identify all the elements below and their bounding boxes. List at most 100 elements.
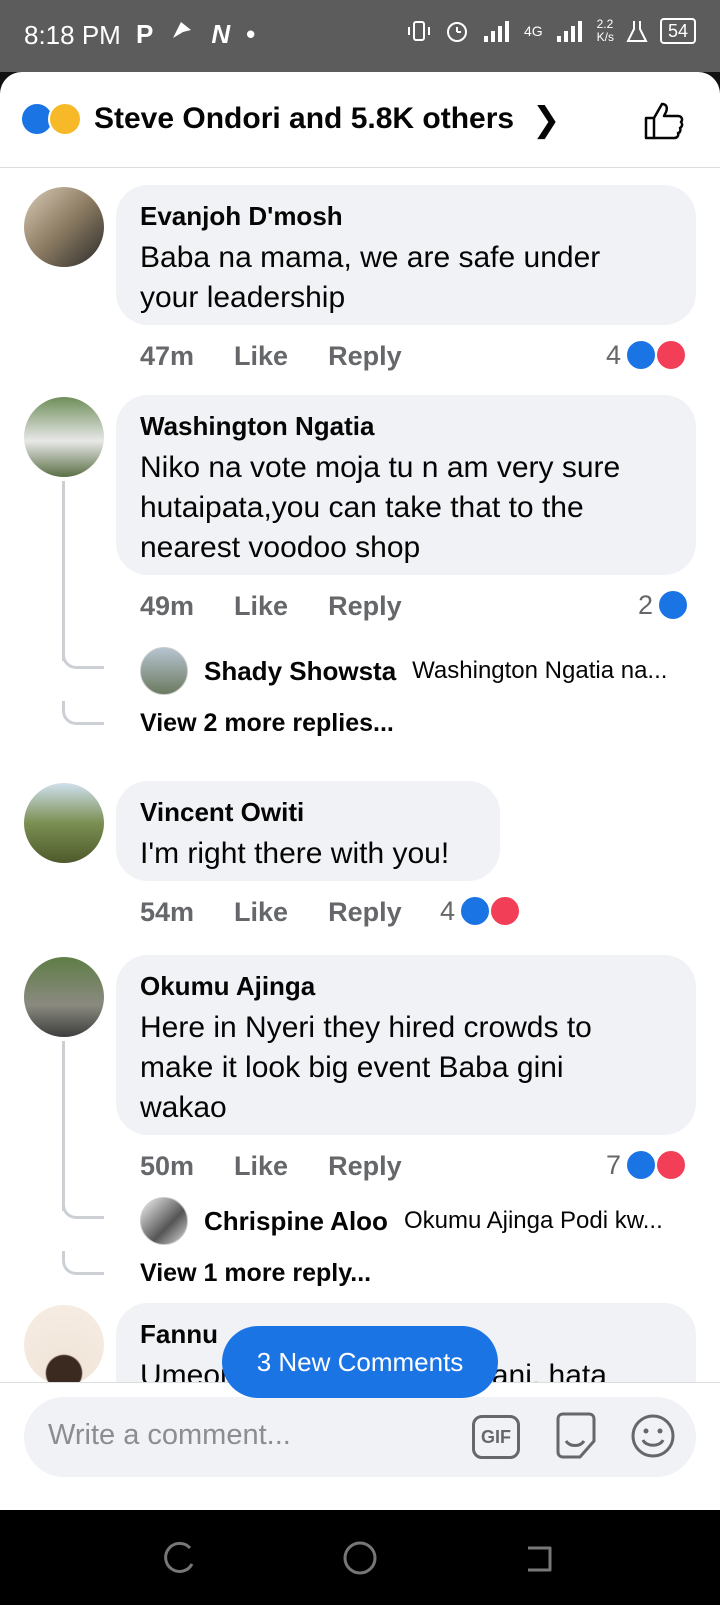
comment-text-line: hutaipata,you can take that to the [140,491,584,524]
comment-text-line: Here in Nyeri they hired crowds to [140,1011,592,1044]
comment-author[interactable]: Okumu Ajinga [140,971,672,1002]
comment-text-line: Niko na vote moja tu n am very sure [140,451,621,484]
more-notifications-dot: • [246,19,256,49]
status-time: 8:18 PM [24,20,121,50]
reaction-count: 2 [638,589,654,620]
comment-text-line: nearest voodoo shop [140,531,421,564]
comment-text-line: I'm right there with you! [140,837,450,870]
comment-text: Niko na vote moja tu n am very sure huta… [140,448,672,568]
avatar[interactable] [24,397,104,477]
comment-reactions[interactable]: 7 [606,1149,688,1181]
reply-preview[interactable]: Chrispine Aloo Okumu Ajinga Podi kw... [140,1197,663,1245]
lab-icon [626,21,648,42]
like-button[interactable]: Like [234,591,288,622]
signal-icon-2 [556,21,582,42]
comment-bubble[interactable]: Okumu Ajinga Here in Nyeri they hired cr… [116,955,696,1135]
thread-connector [62,1195,104,1219]
comment-bubble[interactable]: Evanjoh D'mosh Baba na mama, we are safe… [116,185,696,325]
chevron-right-icon[interactable]: ❯ [532,100,561,140]
app-notification-icon [169,18,195,51]
comment-actions: 50m Like Reply [140,1151,402,1182]
comment-time: 49m [140,591,195,621]
reaction-count: 7 [606,1149,622,1180]
comments-list: Evanjoh D'mosh Baba na mama, we are safe… [0,169,720,1382]
comment-text-line: wakao [140,1091,227,1124]
avatar[interactable] [24,1305,104,1382]
alarm-icon [446,22,467,42]
like-reaction-icon [459,895,492,927]
view-more-replies[interactable]: View 1 more reply... [140,1259,371,1288]
network-type: 4G [523,23,543,39]
reaction-count: 4 [606,339,622,370]
avatar[interactable] [24,783,104,863]
battery-indicator: 54 [659,18,696,44]
comment-text-line: make it look big event Baba gini [140,1051,564,1084]
comment-text: I'm right there with you! [140,834,476,874]
comment-reactions[interactable]: 2 [638,589,690,621]
haha-reaction-icon [48,102,82,136]
like-button[interactable]: Like [234,897,288,928]
system-navigation-bar [0,1510,720,1605]
comment-text-line: Baba na mama, we are safe under [140,241,601,274]
comment-text: Here in Nyeri they hired crowds to make … [140,1008,672,1128]
network-speed: 2.2 K/s [596,17,614,44]
like-thumb-icon[interactable] [642,98,686,142]
reply-button[interactable]: Reply [328,341,402,372]
system-status-icons: 4G 2.2 K/s 54 [406,18,696,44]
like-button[interactable]: Like [234,341,288,372]
sticker-icon[interactable] [552,1411,600,1461]
news-notification-icon: N [211,19,231,49]
comment-time: 54m [140,897,195,927]
reply-button[interactable]: Reply [328,897,402,928]
reactions-header[interactable]: Steve Ondori and 5.8K others ❯ [0,72,720,168]
like-button[interactable]: Like [234,1151,288,1182]
thread-connector [62,701,104,725]
comment-reactions[interactable]: 4 [440,895,522,927]
comment-input-box[interactable]: Write a comment... GIF [24,1397,696,1477]
comment-author[interactable]: Evanjoh D'mosh [140,201,672,232]
comment-text: Baba na mama, we are safe under your lea… [140,238,672,318]
reply-preview[interactable]: Shady Showsta Washington Ngatia na... [140,647,667,695]
thread-connector [62,645,104,669]
signal-icon [483,21,509,42]
reply-text: Washington Ngatia na... [412,657,668,684]
reply-avatar[interactable] [140,647,188,695]
thread-line [62,481,65,661]
comment-author[interactable]: Washington Ngatia [140,411,672,442]
reply-button[interactable]: Reply [328,591,402,622]
reply-author[interactable]: Chrispine Aloo [204,1206,388,1237]
gif-button[interactable]: GIF [472,1415,520,1459]
status-bar: 8:18 PM P N • 4G 2.2 K/s 54 [0,0,720,72]
like-reaction-icon [625,339,658,371]
reactions-summary[interactable]: Steve Ondori and 5.8K others [94,102,514,136]
reply-author[interactable]: Shady Showsta [204,656,396,687]
avatar[interactable] [24,957,104,1037]
comment-bubble[interactable]: Vincent Owiti I'm right there with you! [116,781,500,881]
comments-sheet: Steve Ondori and 5.8K others ❯ Evanjoh D… [0,72,720,1510]
view-more-replies[interactable]: View 2 more replies... [140,709,394,738]
reply-button[interactable]: Reply [328,1151,402,1182]
emoji-icon[interactable] [630,1413,676,1459]
comment-time: 47m [140,341,195,371]
comment-author[interactable]: Vincent Owiti [140,797,476,828]
comment-bubble[interactable]: Washington Ngatia Niko na vote moja tu n… [116,395,696,575]
avatar[interactable] [24,187,104,267]
home-icon[interactable] [340,1538,380,1578]
thread-line [62,1041,65,1211]
love-reaction-icon [655,339,688,371]
reaction-count: 4 [440,895,456,926]
notification-icons: P N • [136,18,255,51]
comment-actions: 49m Like Reply [140,591,402,622]
comment-reactions[interactable]: 4 [606,339,688,371]
back-icon[interactable] [520,1538,560,1578]
comment-input[interactable]: Write a comment... [48,1419,291,1452]
reply-avatar[interactable] [140,1197,188,1245]
new-comments-button[interactable]: 3 New Comments [222,1326,498,1398]
comment-actions: 47m Like Reply [140,341,402,372]
love-reaction-icon [489,895,522,927]
reply-text: Okumu Ajinga Podi kw... [403,1207,663,1234]
comment-actions: 54m Like Reply [140,897,402,928]
comment-composer: Write a comment... GIF [0,1382,720,1510]
recent-apps-icon[interactable] [160,1538,200,1578]
pinterest-notification-icon: P [136,19,154,49]
